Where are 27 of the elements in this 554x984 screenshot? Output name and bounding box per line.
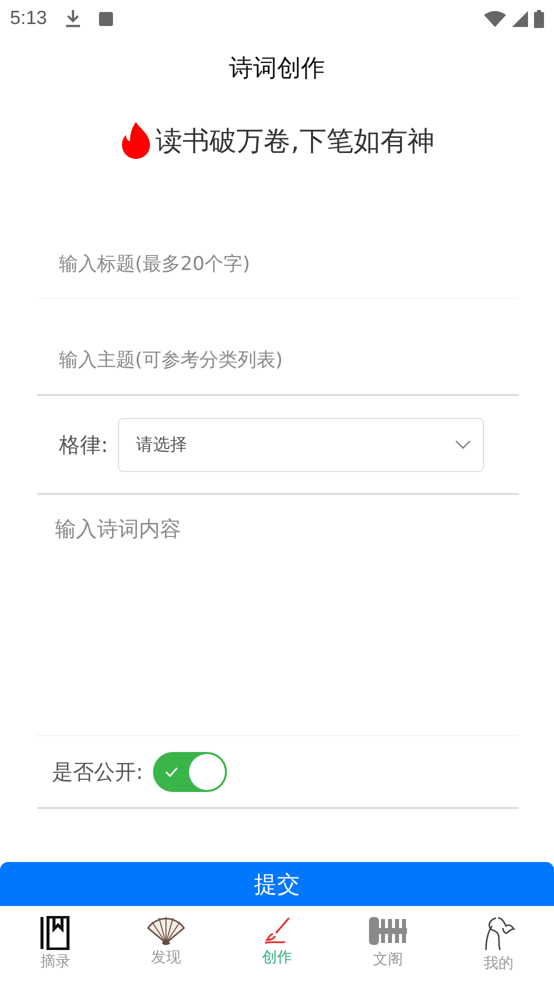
download-icon	[64, 10, 81, 28]
brush-icon	[262, 916, 292, 946]
tab[interactable]: 文阁	[332, 906, 444, 984]
meter-select[interactable]: 请选择	[118, 418, 484, 472]
tab[interactable]: 发现	[110, 906, 222, 984]
flame-icon	[120, 122, 152, 160]
page-title: 诗词创作	[228, 53, 326, 84]
fan-icon	[147, 916, 186, 946]
signal-icon	[512, 11, 528, 27]
tab[interactable]: 我的	[443, 906, 554, 984]
status-time: 5:13	[10, 8, 47, 30]
tab[interactable]: 摘录	[0, 906, 111, 984]
theme-input[interactable]: 输入主题(可参考分类列表)	[37, 326, 519, 394]
wifi-icon	[484, 11, 506, 27]
public-label: 是否公开:	[52, 758, 144, 786]
submit-button[interactable]: 提交	[0, 862, 554, 906]
public-toggle[interactable]	[153, 752, 228, 792]
meter-label: 格律:	[59, 432, 108, 458]
check-icon	[165, 766, 178, 776]
tab[interactable]: 创作	[222, 906, 332, 984]
book-icon	[40, 916, 70, 950]
battery-icon	[534, 10, 544, 28]
scroll-icon	[368, 916, 407, 948]
content-input[interactable]: 输入诗词内容	[37, 495, 519, 731]
motto: 读书破万卷,下笔如有神	[156, 125, 434, 159]
title-input[interactable]: 输入标题(最多20个字)	[37, 230, 519, 298]
chevron-down-icon	[455, 440, 472, 449]
